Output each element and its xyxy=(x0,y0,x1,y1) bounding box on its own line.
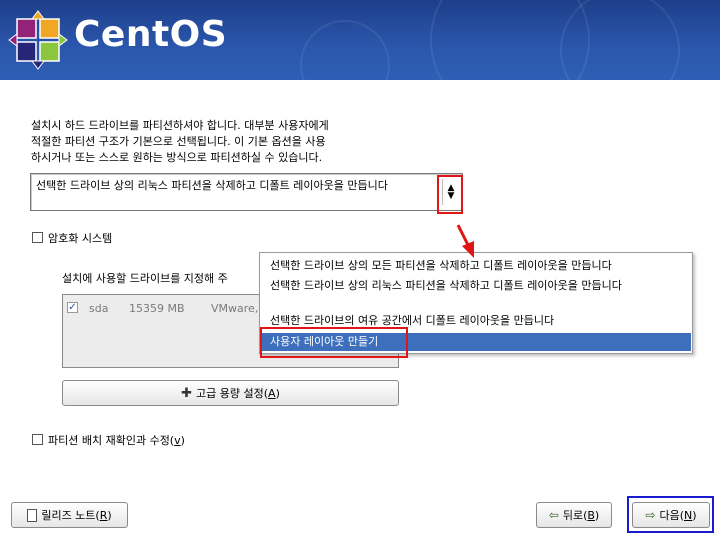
annotation-box-custom-layout xyxy=(260,327,408,358)
arrow-left-icon: ⇦ xyxy=(548,508,559,522)
release-notes-button[interactable]: 릴리즈 노트(R) xyxy=(11,502,128,528)
drive-size: 15359 MB xyxy=(129,302,185,315)
drive-model: VMware, xyxy=(211,302,259,315)
drive-name: sda xyxy=(89,302,109,315)
review-checkbox[interactable] xyxy=(32,434,43,445)
annotation-box-combo-arrow xyxy=(437,175,463,214)
advanced-storage-button[interactable]: ✚ 고급 용량 설정(A) xyxy=(62,380,399,406)
intro-text: 설치시 하드 드라이브를 파티션하셔야 합니다. 대부분 사용자에게 적절한 파… xyxy=(31,119,329,164)
header-banner: CentOS xyxy=(0,0,720,80)
partition-type-combo[interactable]: 선택한 드라이브 상의 리눅스 파티션을 삭제하고 디폴트 레이아웃을 만듭니다… xyxy=(30,173,463,211)
review-label: 파티션 배치 재확인과 수정(v) xyxy=(48,434,185,447)
partition-option[interactable]: 선택한 드라이브 상의 모든 파티션을 삭제하고 디폴트 레이아웃을 만듭니다 xyxy=(261,259,691,272)
annotation-box-next xyxy=(627,496,714,533)
back-button[interactable]: ⇦ 뒤로(B) xyxy=(536,502,612,528)
combo-selected-value: 선택한 드라이브 상의 리눅스 파티션을 삭제하고 디폴트 레이아웃을 만듭니다 xyxy=(36,179,388,192)
partition-option[interactable]: 선택한 드라이브의 여유 공간에서 디폴트 레이아웃을 만듭니다 xyxy=(261,314,691,327)
brand-name: CentOS xyxy=(74,14,228,55)
drive-select-label: 설치에 사용할 드라이브를 지정해 주 xyxy=(62,272,228,285)
centos-logo-icon xyxy=(8,10,68,70)
plus-icon: ✚ xyxy=(181,385,193,401)
encrypt-label: 암호화 시스템 xyxy=(48,232,113,245)
document-icon xyxy=(27,508,38,522)
partition-option[interactable]: 선택한 드라이브 상의 리눅스 파티션을 삭제하고 디폴트 레이아웃을 만듭니다 xyxy=(261,279,691,292)
encrypt-checkbox[interactable] xyxy=(32,232,43,243)
drive-check-icon[interactable]: ✓ xyxy=(67,302,78,313)
